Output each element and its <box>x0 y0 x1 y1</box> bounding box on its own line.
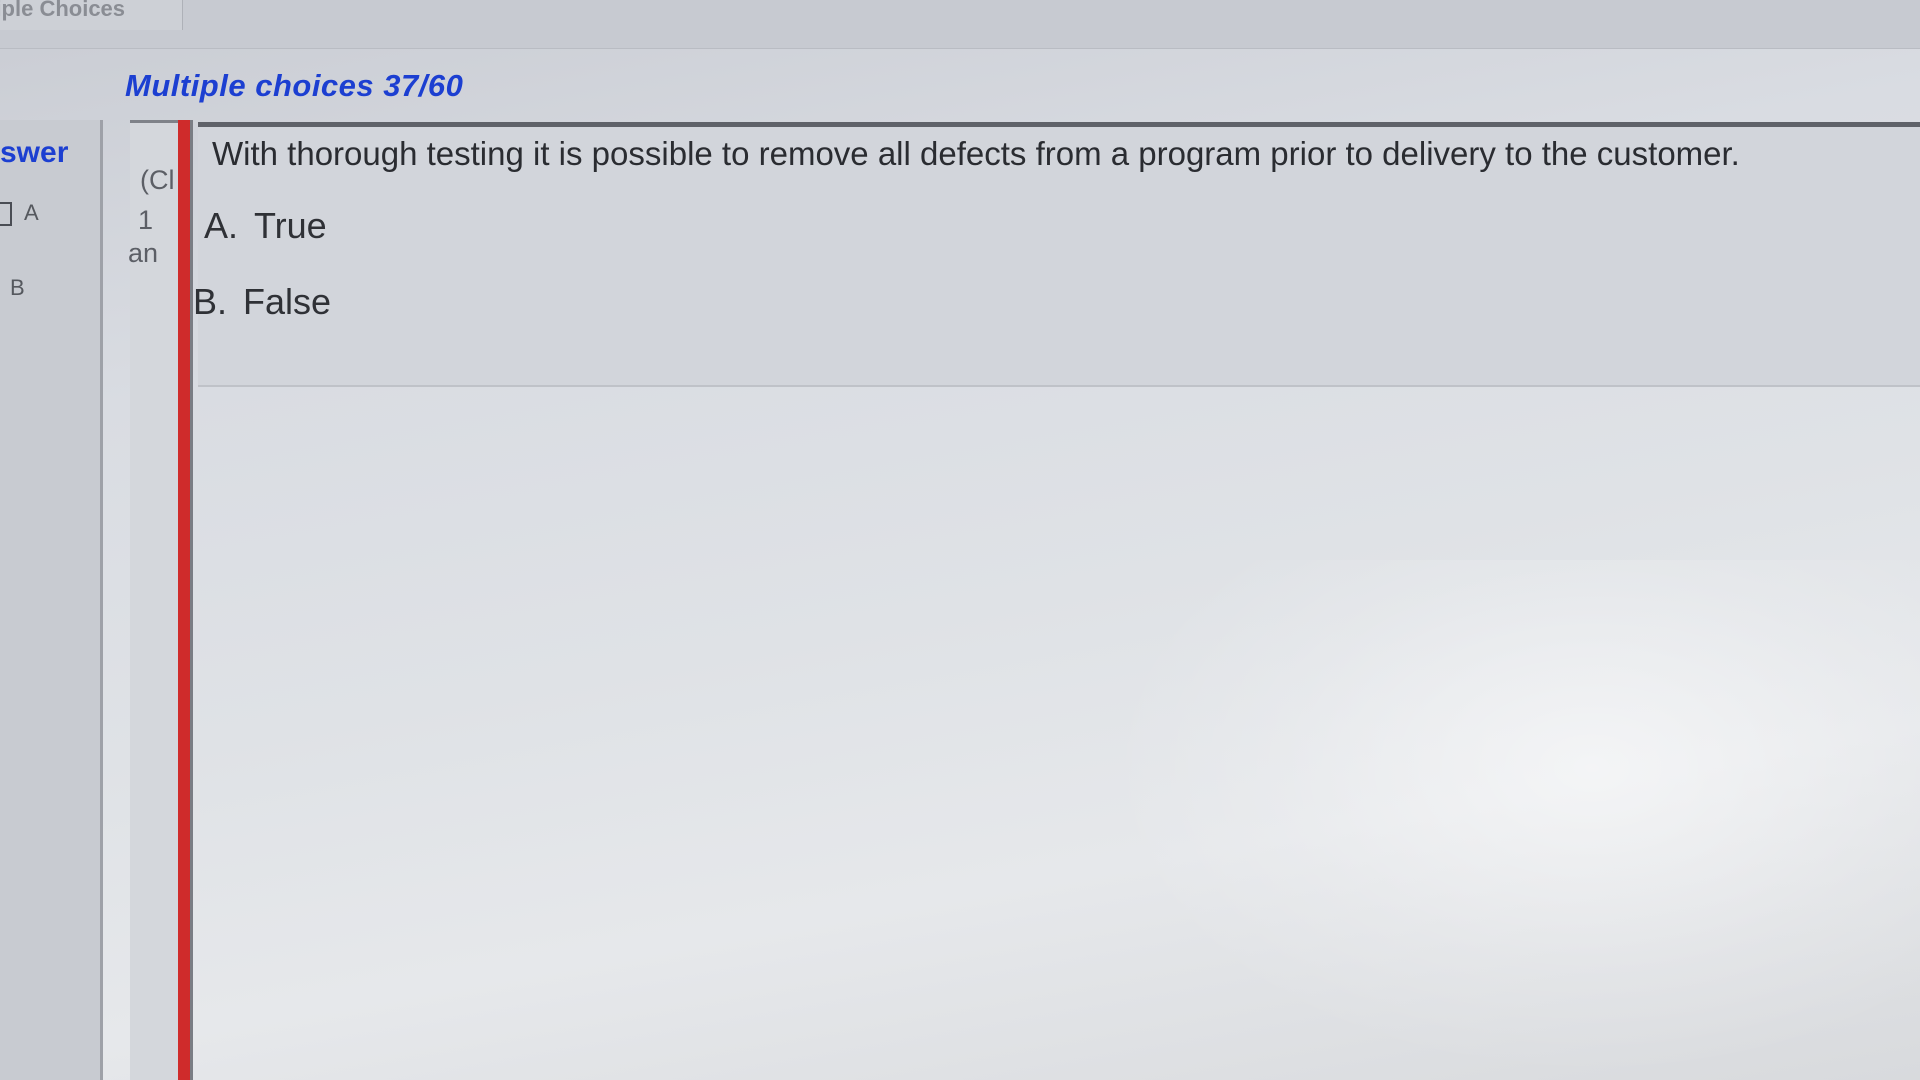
option-text: True <box>254 205 327 246</box>
option-b[interactable]: B. False <box>193 281 331 323</box>
checkbox-icon[interactable] <box>0 202 12 227</box>
question-number-line-2: 1 <box>138 205 154 235</box>
answer-option-b[interactable]: B <box>10 275 25 301</box>
question-number-line-3: an <box>128 238 159 268</box>
option-a[interactable]: A. True <box>204 205 327 247</box>
answer-heading: swer <box>0 136 69 169</box>
screen-glare <box>1100 560 1920 1080</box>
answer-panel: swer A B <box>0 120 103 1080</box>
answer-option-label: B <box>10 275 25 300</box>
option-letter: B. <box>193 281 228 322</box>
option-letter: A. <box>204 205 239 246</box>
tab-bar: ltiple Choices <box>0 0 1920 49</box>
tab-multiple-choices[interactable]: ltiple Choices <box>0 0 183 30</box>
answer-option-label: A <box>24 200 39 225</box>
red-rail <box>178 120 190 1080</box>
option-text: False <box>243 281 332 322</box>
question-number-line-1: (Cl <box>140 165 175 195</box>
question-text: With thorough testing it is possible to … <box>212 135 1740 172</box>
question-panel: With thorough testing it is possible to … <box>193 122 1920 387</box>
answer-option-a[interactable]: A <box>0 200 39 227</box>
page-title: Multiple choices 37/60 <box>125 68 464 103</box>
exam-screen: ltiple Choices Multiple choices 37/60 sw… <box>0 0 1920 1080</box>
